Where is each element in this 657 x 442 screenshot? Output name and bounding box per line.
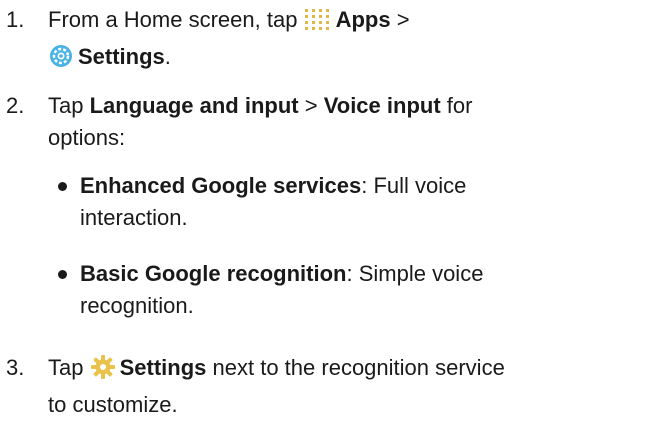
apps-grid-icon [304, 8, 332, 41]
settings-label: Settings [119, 355, 207, 380]
step-text-pre: From a Home screen, tap [48, 7, 298, 32]
step-text: Tap Language and input > Voice input for… [48, 90, 648, 154]
step-line: Tap Settings next to the recognition ser… [48, 352, 648, 389]
option-label: Enhanced Google services [80, 173, 362, 198]
bullet-icon [58, 270, 67, 279]
step-text: From a Home screen, tap Apps > Settings. [48, 4, 648, 78]
list-item-line: interaction. [80, 202, 640, 234]
gear-icon [90, 354, 116, 389]
step-tail: options: [48, 125, 126, 150]
step-line: Tap Language and input > Voice input for [48, 90, 648, 122]
tap-word: Tap [48, 93, 84, 118]
separator: > [304, 93, 318, 118]
step-number: 1. [6, 7, 25, 32]
step-tail: next to the recognition service [212, 355, 505, 380]
option-desc: recognition. [80, 293, 194, 318]
list-item-line: recognition. [80, 290, 640, 322]
step-number: 2. [6, 93, 25, 118]
step-line: options: [48, 122, 648, 154]
bullet-icon [58, 182, 67, 191]
step-line: From a Home screen, tap Apps > [48, 4, 648, 41]
apps-label: Apps [335, 7, 391, 32]
step-line: Settings. [48, 41, 648, 78]
settings-icon [48, 43, 74, 78]
voice-input-label: Voice input [323, 93, 441, 118]
step-tail: to customize. [48, 392, 178, 417]
list-item-line: Enhanced Google services: Full voice [80, 170, 640, 202]
step-text: Tap Settings next to the recognition ser… [48, 352, 648, 421]
option-desc: : Full voice [361, 173, 467, 198]
option-desc: : Simple voice [346, 261, 484, 286]
step-tail: for [446, 93, 473, 118]
separator: > [396, 7, 410, 32]
language-label: Language and input [89, 93, 299, 118]
list-item-line: Basic Google recognition: Simple voice [80, 258, 640, 290]
option-desc: interaction. [80, 205, 188, 230]
period: . [164, 44, 171, 69]
tap-word: Tap [48, 355, 84, 380]
settings-label: Settings [78, 44, 165, 69]
list-item-text: Basic Google recognition: Simple voice r… [80, 258, 640, 322]
step-number: 3. [6, 355, 25, 380]
list-item-text: Enhanced Google services: Full voice int… [80, 170, 640, 234]
option-label: Basic Google recognition [80, 261, 347, 286]
step-line: to customize. [48, 389, 648, 421]
